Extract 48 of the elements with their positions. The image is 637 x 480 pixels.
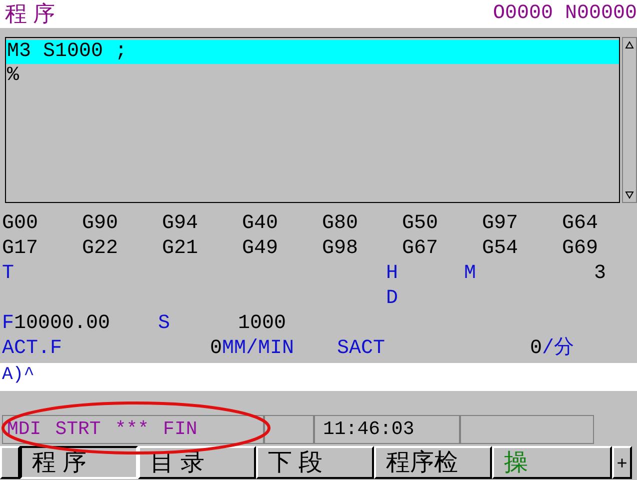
feed-value: 10000.00 bbox=[14, 311, 112, 336]
program-editor[interactable]: M3 S1000 ; % bbox=[5, 37, 620, 203]
g-code: G98 bbox=[322, 236, 360, 261]
program-number: O0000 N00000 bbox=[492, 4, 637, 24]
next-softkey[interactable]: + bbox=[612, 446, 632, 479]
program-line[interactable]: % bbox=[6, 64, 619, 88]
g-code: G17 bbox=[2, 236, 40, 261]
sact-value: 0 bbox=[530, 336, 542, 361]
act-f-unit: MM/MIN bbox=[222, 336, 296, 361]
g-code: G64 bbox=[562, 211, 600, 236]
sact-label: SACT bbox=[337, 336, 386, 361]
g-code: G40 bbox=[242, 211, 280, 236]
g-code: G54 bbox=[482, 236, 520, 261]
g-code: G22 bbox=[82, 236, 120, 261]
g-code: G69 bbox=[562, 236, 600, 261]
status-text: STRT bbox=[55, 417, 101, 442]
h-label: H bbox=[386, 261, 400, 286]
sact-unit: /分 bbox=[542, 336, 574, 361]
softkey[interactable]: 程 序 bbox=[20, 446, 138, 479]
g-code: G80 bbox=[322, 211, 360, 236]
m-value: 3 bbox=[594, 261, 606, 286]
g-code: G00 bbox=[2, 211, 40, 236]
d-label: D bbox=[386, 286, 398, 311]
m-label: M bbox=[464, 261, 478, 286]
softkey[interactable]: 程序检 bbox=[374, 446, 492, 479]
g-code: G50 bbox=[402, 211, 440, 236]
g-code: G90 bbox=[82, 211, 120, 236]
g-code: G97 bbox=[482, 211, 520, 236]
status-text: FIN bbox=[163, 417, 198, 442]
g-code: G21 bbox=[162, 236, 200, 261]
scroll-up-icon[interactable] bbox=[625, 41, 634, 49]
g-code: G49 bbox=[242, 236, 280, 261]
status-text: MDI bbox=[7, 417, 42, 442]
act-f-value: 0 bbox=[210, 336, 222, 361]
status-text: *** bbox=[114, 417, 150, 442]
g-code: G94 bbox=[162, 211, 200, 236]
s-label: S bbox=[158, 311, 172, 336]
act-f-label: ACT.F bbox=[2, 336, 64, 361]
g-code: G67 bbox=[402, 236, 440, 261]
scroll-down-icon[interactable] bbox=[625, 191, 634, 199]
t-label: T bbox=[2, 261, 16, 286]
spindle-value: 1000 bbox=[238, 311, 286, 336]
softkey-left[interactable] bbox=[0, 446, 20, 479]
f-label: F bbox=[2, 311, 14, 336]
screen-title: 程 序 bbox=[5, 3, 56, 25]
softkey[interactable]: 下 段 bbox=[256, 446, 374, 479]
scrollbar[interactable] bbox=[622, 37, 637, 203]
clock-time: 11:46:03 bbox=[323, 417, 414, 442]
